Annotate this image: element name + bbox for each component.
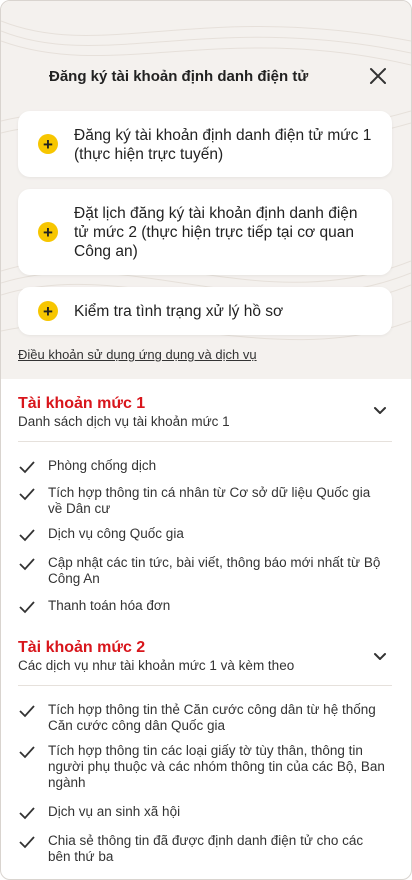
divider: [18, 685, 392, 686]
level1-subtitle: Danh sách dịch vụ tài khoản mức 1: [18, 414, 230, 429]
level1-toggle[interactable]: [369, 400, 391, 422]
item-text: Tích hợp thông tin các loại giấy tờ tùy …: [48, 743, 385, 790]
check-icon: [19, 705, 35, 718]
check-icon: [19, 461, 35, 474]
check-icon: [19, 746, 35, 759]
top-panel: Đăng ký tài khoản định danh điện tử + Đă…: [1, 1, 411, 379]
item-text: Dịch vụ an sinh xã hội: [48, 804, 181, 819]
card-label: Kiểm tra tình trạng xử lý hồ sơ: [74, 303, 284, 320]
terms-link[interactable]: Điều khoản sử dụng ứng dụng và dịch vụ: [18, 347, 257, 362]
check-icon: [19, 488, 35, 501]
dialog-title: Đăng ký tài khoản định danh điện tử: [49, 68, 309, 85]
chevron-down-icon: [374, 407, 386, 414]
close-button[interactable]: [365, 63, 391, 89]
level2-subtitle: Các dịch vụ như tài khoản mức 1 và kèm t…: [18, 658, 295, 673]
item-text: Cập nhật các tin tức, bài viết, thông bá…: [48, 555, 381, 586]
plus-icon: +: [38, 301, 58, 321]
modal-sheet: Đăng ký tài khoản định danh điện tử + Đă…: [0, 0, 412, 880]
chevron-down-icon: [374, 653, 386, 660]
card-label: Đăng ký tài khoản định danh điện tử mức …: [74, 127, 372, 163]
plus-icon: +: [38, 134, 58, 154]
check-icon: [19, 836, 35, 849]
item-text: Tích hợp thông tin cá nhân từ Cơ sở dữ l…: [48, 485, 371, 516]
check-icon: [19, 529, 35, 542]
check-icon: [19, 807, 35, 820]
register-level1-card[interactable]: + Đăng ký tài khoản định danh điện tử mứ…: [18, 111, 392, 177]
card-label: Đặt lịch đăng ký tài khoản định danh điệ…: [74, 205, 358, 260]
close-icon: [370, 68, 386, 84]
plus-icon: +: [38, 222, 58, 242]
item-text: Chia sẻ thông tin đã được định danh điện…: [48, 833, 364, 864]
item-text: Thanh toán hóa đơn: [48, 598, 171, 613]
check-icon: [19, 558, 35, 571]
check-status-card[interactable]: + Kiểm tra tình trạng xử lý hồ sơ: [18, 287, 392, 335]
level2-toggle[interactable]: [369, 646, 391, 668]
check-icon: [19, 601, 35, 614]
level1-title: Tài khoản mức 1: [18, 395, 146, 412]
item-text: Phòng chống dịch: [48, 458, 157, 473]
item-text: Dịch vụ công Quốc gia: [48, 526, 184, 541]
level2-title: Tài khoản mức 2: [18, 639, 146, 656]
divider: [18, 441, 392, 442]
book-level2-card[interactable]: + Đặt lịch đăng ký tài khoản định danh đ…: [18, 189, 392, 275]
item-text: Tích hợp thông tin thẻ Căn cước công dân…: [48, 702, 376, 733]
